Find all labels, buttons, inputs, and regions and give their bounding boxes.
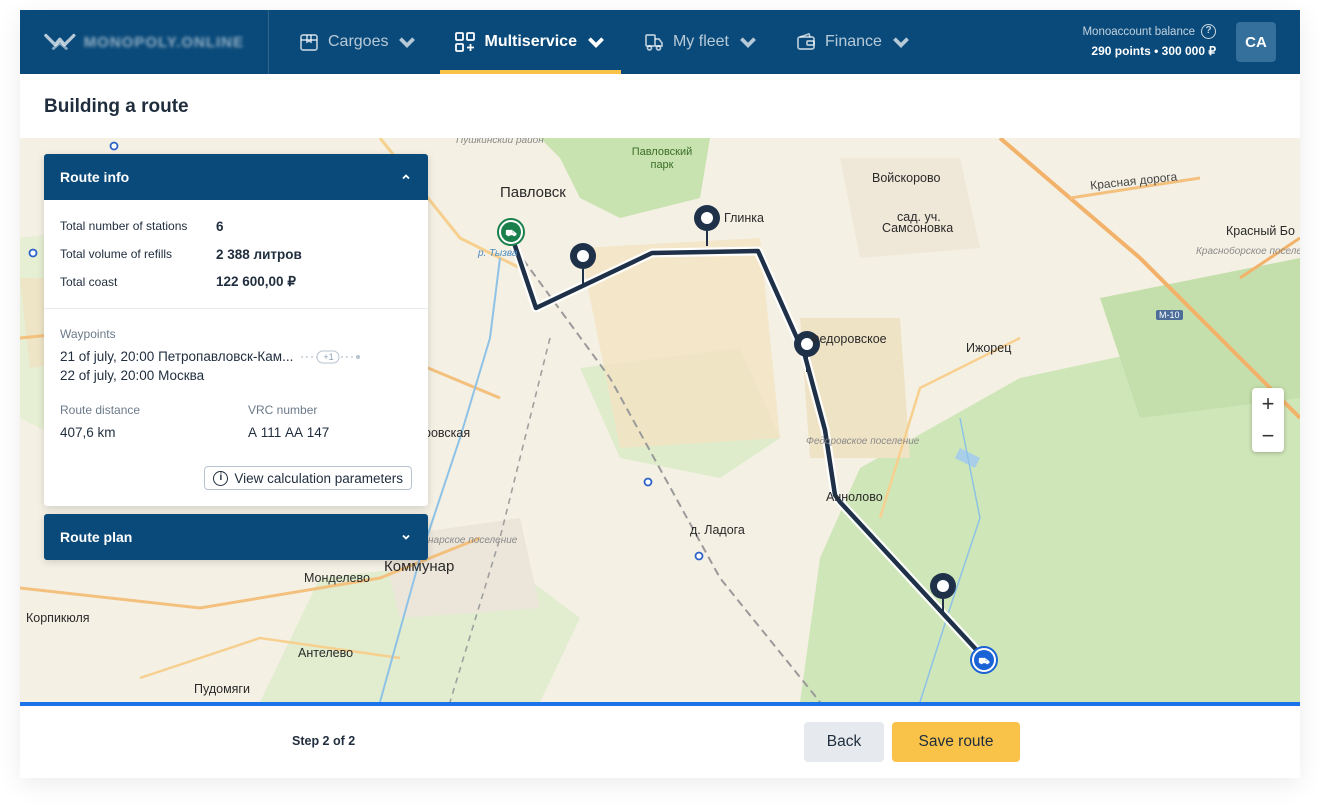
- chevron-down-icon: [588, 37, 604, 48]
- route-info-panel: Route info Total number of stations 6 To…: [44, 154, 428, 506]
- main-nav: Cargoes Multiservice My fleet Finance: [280, 10, 930, 74]
- waypoint-pin-icon[interactable]: [928, 572, 958, 616]
- nav-label: Multiservice: [484, 33, 577, 50]
- logo[interactable]: MONOPOLY.ONLINE: [44, 28, 244, 56]
- balance-label: Monoaccount balance: [1082, 25, 1195, 38]
- nav-item-cargoes[interactable]: Cargoes: [280, 10, 436, 74]
- app-window: MONOPOLY.ONLINE Cargoes Multiservice My …: [20, 10, 1300, 778]
- chevron-down-icon: [740, 37, 756, 48]
- step-indicator: Step 2 of 2: [292, 734, 356, 748]
- save-route-button[interactable]: Save route: [892, 722, 1020, 762]
- back-button[interactable]: Back: [804, 722, 884, 762]
- map-label: Павловский парк: [631, 146, 693, 171]
- volume-label: Total volume of refills: [60, 247, 173, 261]
- extra-waypoints-badge[interactable]: +1: [317, 351, 339, 363]
- distance-label: Route distance: [60, 403, 141, 417]
- info-icon: i: [213, 470, 229, 486]
- map-label: нарское поселение: [428, 535, 518, 546]
- nav-item-finance[interactable]: Finance: [777, 10, 930, 74]
- vrc-label: VRC number: [248, 403, 318, 417]
- calc-button-label: View calculation parameters: [234, 470, 403, 486]
- wallet-icon: [797, 32, 815, 50]
- map-label: Пушкинский район: [456, 138, 544, 146]
- user-avatar[interactable]: CA: [1236, 22, 1276, 62]
- distance-value: 407,6 km: [60, 425, 116, 440]
- balance-value: 290 points • 300 000 ₽: [1091, 44, 1216, 58]
- box-icon: [300, 34, 318, 51]
- zoom-out-button[interactable]: −: [1252, 420, 1284, 452]
- view-calculation-parameters-button[interactable]: i View calculation parameters: [204, 466, 412, 490]
- nav-item-my-fleet[interactable]: My fleet: [625, 10, 777, 74]
- map-label: Глинка: [724, 211, 764, 225]
- chevron-up-icon: [402, 174, 410, 180]
- volume-value: 2 388 литров: [216, 246, 302, 262]
- route-info-header[interactable]: Route info: [44, 154, 428, 200]
- map-label: Красноборское поселен: [1196, 246, 1300, 257]
- map-label: Федоровское поселение: [806, 436, 920, 447]
- map-label: д. Ладога: [690, 523, 745, 537]
- map-label: Войскорово: [872, 171, 941, 185]
- map-label: Самсоновка: [882, 221, 954, 235]
- svg-text:⛟: ⛟: [978, 656, 990, 666]
- map-label: Ижорец: [966, 341, 1012, 355]
- top-navigation-bar: MONOPOLY.ONLINE Cargoes Multiservice My …: [20, 10, 1300, 74]
- zoom-in-button[interactable]: +: [1252, 388, 1284, 420]
- map-label: Федоровское: [810, 332, 887, 346]
- nav-item-multiservice[interactable]: Multiservice: [436, 10, 624, 74]
- road-sign: М-10: [1156, 310, 1183, 320]
- vrc-value: А 111 АА 147: [248, 425, 330, 440]
- map-label: р. Тызва: [478, 248, 518, 259]
- nav-label: Finance: [824, 33, 882, 50]
- route-plan-panel: Route plan: [44, 514, 428, 560]
- waypoint-from: 21 of july, 20:00 Петропавловск-Кам...: [60, 349, 294, 364]
- page-title: Building a route: [44, 96, 189, 117]
- cost-label: Total coast: [60, 275, 118, 289]
- map-label: Аннолово: [826, 490, 883, 504]
- map-label: Корпикюля: [26, 611, 90, 625]
- cost-value: 122 600,00 ₽: [216, 274, 296, 289]
- chevron-down-icon: [399, 37, 416, 48]
- stations-row: Total number of stations 6: [44, 212, 428, 240]
- truck-icon: [645, 34, 663, 51]
- cost-row: Total coast 122 600,00 ₽: [44, 268, 428, 296]
- svg-text:⛟: ⛟: [505, 228, 517, 238]
- route-map[interactable]: ⛟ ⛟ Пушкинский район Павловский парк Пав…: [20, 138, 1300, 702]
- waypoint-to: 22 of july, 20:00 Москва: [60, 368, 205, 383]
- volume-row: Total volume of refills 2 388 литров: [44, 240, 428, 268]
- waypoint-pin-icon[interactable]: [692, 204, 722, 248]
- stations-label: Total number of stations: [60, 219, 188, 233]
- stations-value: 6: [216, 218, 224, 234]
- grid-plus-icon: [455, 32, 476, 52]
- help-icon[interactable]: ?: [1201, 24, 1216, 39]
- chevron-down-icon: [892, 37, 909, 48]
- waypoint-pin-icon[interactable]: [568, 242, 598, 286]
- logo-divider: [268, 10, 269, 74]
- map-label: Красный Бо: [1226, 224, 1295, 238]
- logo-mark-icon: [44, 33, 76, 50]
- map-label: ровская: [424, 426, 471, 440]
- map-label: Павловск: [500, 184, 566, 201]
- map-label: Монделево: [304, 571, 370, 585]
- progress-line: [20, 702, 1300, 706]
- nav-label: My fleet: [672, 33, 729, 50]
- route-plan-header[interactable]: Route plan: [44, 514, 428, 560]
- logo-text: MONOPOLY.ONLINE: [83, 33, 244, 51]
- route-plan-title: Route plan: [60, 529, 133, 545]
- account-balance: Monoaccount balance ? 290 points • 300 0…: [1082, 24, 1216, 58]
- route-info-title: Route info: [60, 169, 130, 185]
- chevron-down-icon: [402, 534, 410, 540]
- zoom-control: + −: [1252, 388, 1284, 452]
- map-label: Коммунар: [384, 558, 455, 575]
- map-label: Антелево: [298, 646, 354, 660]
- waypoints-label: Waypoints: [60, 327, 116, 341]
- map-label: Пудомяги: [194, 682, 250, 696]
- nav-label: Cargoes: [328, 33, 389, 50]
